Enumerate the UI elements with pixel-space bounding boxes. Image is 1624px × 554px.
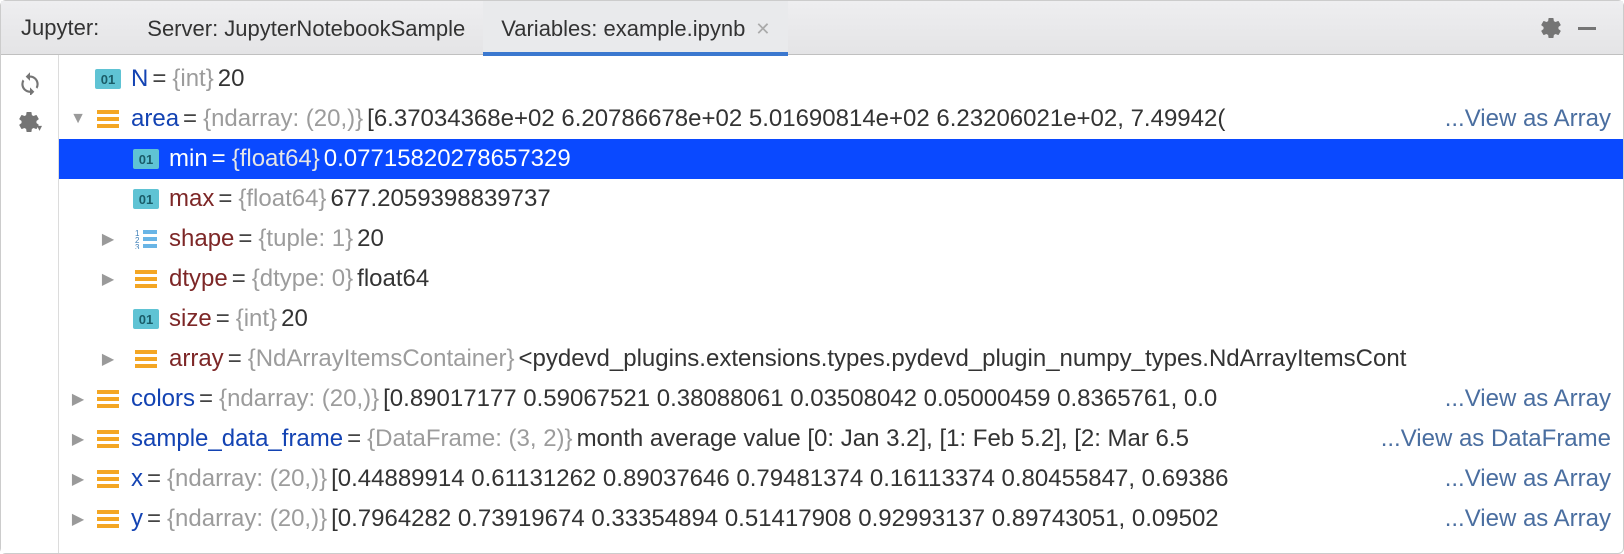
minimize-icon[interactable] [1569, 10, 1605, 46]
variables-tree: N = {int} 20 ▼ area = {ndarray: (20,)} [… [59, 55, 1623, 553]
var-name: array [169, 345, 224, 373]
view-as-array-link[interactable]: ...View as Array [1445, 385, 1623, 413]
var-name: colors [131, 385, 195, 413]
var-value: [6.37034368e+02 6.20786678e+02 5.0169081… [367, 105, 1225, 133]
var-value: 20 [281, 305, 308, 333]
variable-row-area-size[interactable]: size = {int} 20 [59, 299, 1623, 339]
chevron-down-icon[interactable]: ▼ [67, 110, 89, 128]
tab-variables-label: Variables: example.ipynb [501, 16, 745, 42]
close-icon[interactable]: ✕ [755, 19, 770, 40]
variable-row-area-max[interactable]: max = {float64} 677.2059398839737 [59, 179, 1623, 219]
var-type: {tuple: 1} [258, 225, 353, 253]
primitive-icon [133, 308, 159, 330]
var-type: {float64} [232, 145, 320, 173]
chevron-right-icon[interactable]: ▶ [97, 269, 119, 289]
variable-row-area-dtype[interactable]: ▶ dtype = {dtype: 0} float64 [59, 259, 1623, 299]
var-value: [0.89017177 0.59067521 0.38088061 0.0350… [383, 385, 1217, 413]
tab-variables[interactable]: Variables: example.ipynb ✕ [483, 1, 788, 55]
settings-icon[interactable]: ▾ [17, 109, 42, 134]
tuple-icon [133, 228, 159, 250]
var-name: area [131, 105, 179, 133]
array-icon [95, 428, 121, 450]
var-type: {DataFrame: (3, 2)} [367, 425, 572, 453]
variable-row-area[interactable]: ▼ area = {ndarray: (20,)} [6.37034368e+0… [59, 99, 1623, 139]
tab-server[interactable]: Server: JupyterNotebookSample [129, 1, 483, 55]
var-name: x [131, 465, 143, 493]
var-value: 0.07715820278657329 [324, 145, 571, 173]
var-value: float64 [357, 265, 429, 293]
variable-row-x[interactable]: ▶ x = {ndarray: (20,)} [0.44889914 0.611… [59, 459, 1623, 499]
var-type: {NdArrayItemsContainer} [248, 345, 515, 373]
variable-row-area-array[interactable]: ▶ array = {NdArrayItemsContainer} <pydev… [59, 339, 1623, 379]
array-icon [95, 508, 121, 530]
primitive-icon [95, 68, 121, 90]
var-type: {ndarray: (20,)} [203, 105, 363, 133]
view-as-array-link[interactable]: ...View as Array [1445, 465, 1623, 493]
gear-icon[interactable] [1533, 10, 1569, 46]
array-icon [133, 268, 159, 290]
view-as-array-link[interactable]: ...View as Array [1445, 505, 1623, 533]
chevron-right-icon[interactable]: ▶ [67, 389, 89, 409]
var-type: {int} [236, 305, 277, 333]
primitive-icon [133, 188, 159, 210]
tab-server-label: Server: JupyterNotebookSample [147, 16, 465, 42]
chevron-right-icon[interactable]: ▶ [67, 429, 89, 449]
array-icon [95, 108, 121, 130]
var-name: min [169, 145, 208, 173]
var-value: 20 [218, 65, 245, 93]
var-value: 677.2059398839737 [330, 185, 550, 213]
variable-row-N[interactable]: N = {int} 20 [59, 59, 1623, 99]
sidebar-toolbar: ▾ [1, 55, 59, 553]
view-as-array-link[interactable]: ...View as Array [1445, 105, 1623, 133]
chevron-right-icon[interactable]: ▶ [67, 509, 89, 529]
var-value: <pydevd_plugins.extensions.types.pydevd_… [519, 345, 1407, 373]
var-value: [0.44889914 0.61131262 0.89037646 0.7948… [331, 465, 1228, 493]
var-value: 20 [357, 225, 384, 253]
variable-row-y[interactable]: ▶ y = {ndarray: (20,)} [0.7964282 0.7391… [59, 499, 1623, 539]
var-name: size [169, 305, 212, 333]
var-type: {ndarray: (20,)} [167, 465, 327, 493]
chevron-right-icon[interactable]: ▶ [97, 349, 119, 369]
jupyter-label: Jupyter: [21, 15, 99, 41]
variable-row-sample-data-frame[interactable]: ▶ sample_data_frame = {DataFrame: (3, 2)… [59, 419, 1623, 459]
var-name: max [169, 185, 214, 213]
var-name: y [131, 505, 143, 533]
var-type: {dtype: 0} [252, 265, 353, 293]
variable-row-colors[interactable]: ▶ colors = {ndarray: (20,)} [0.89017177 … [59, 379, 1623, 419]
var-name: shape [169, 225, 234, 253]
var-value: month average value [0: Jan 3.2], [1: Fe… [577, 425, 1189, 453]
variable-row-area-min[interactable]: min = {float64} 0.07715820278657329 [59, 139, 1623, 179]
var-value: [0.7964282 0.73919674 0.33354894 0.51417… [331, 505, 1219, 533]
primitive-icon [133, 148, 159, 170]
var-type: {int} [172, 65, 213, 93]
var-name: dtype [169, 265, 228, 293]
var-type: {float64} [238, 185, 326, 213]
panel-header: Jupyter: Server: JupyterNotebookSample V… [1, 1, 1623, 55]
var-type: {ndarray: (20,)} [219, 385, 379, 413]
array-icon [133, 348, 159, 370]
var-type: {ndarray: (20,)} [167, 505, 327, 533]
variable-row-area-shape[interactable]: ▶ shape = {tuple: 1} 20 [59, 219, 1623, 259]
var-name: sample_data_frame [131, 425, 343, 453]
chevron-right-icon[interactable]: ▶ [67, 469, 89, 489]
array-icon [95, 388, 121, 410]
array-icon [95, 468, 121, 490]
var-name: N [131, 65, 148, 93]
reload-icon[interactable] [17, 69, 43, 95]
view-as-dataframe-link[interactable]: ...View as DataFrame [1381, 425, 1623, 453]
chevron-right-icon[interactable]: ▶ [97, 229, 119, 249]
